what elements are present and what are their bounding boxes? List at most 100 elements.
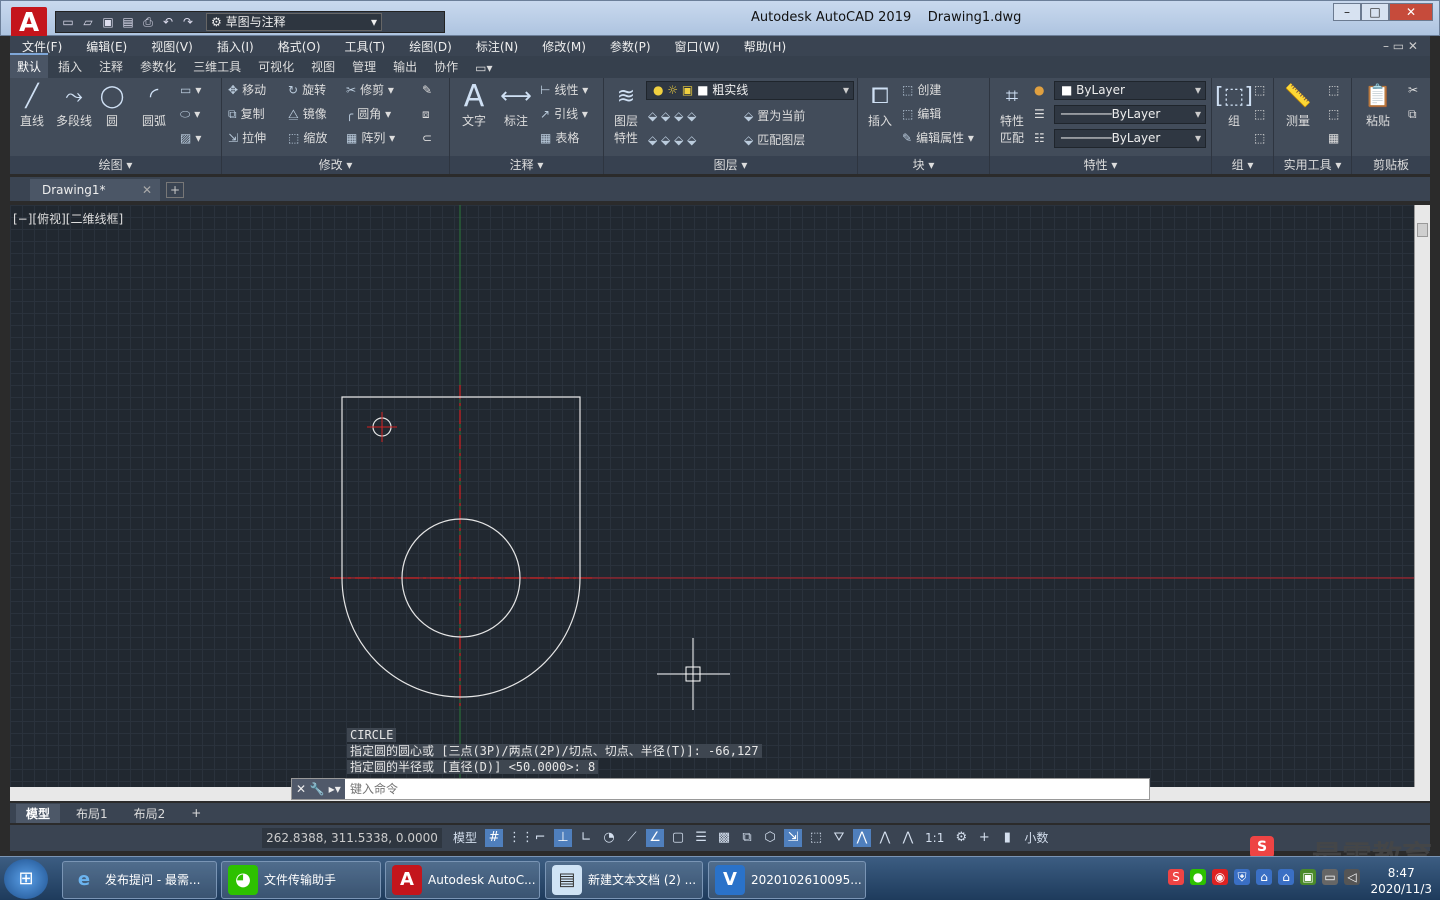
customize-wrench-icon[interactable]: 🔧 xyxy=(310,782,325,796)
close-button[interactable]: ✕ xyxy=(1389,3,1433,21)
taskbar-item-wechat[interactable]: ◕ 文件传输助手 xyxy=(221,861,381,899)
tab-collaborate[interactable]: 协作 xyxy=(427,55,465,78)
doc-window-controls[interactable]: – ▭ ✕ xyxy=(1383,39,1418,53)
linear-button[interactable]: ⊢ 线性 ▾ xyxy=(540,80,588,100)
bluetooth-tray-icon[interactable]: ⌂ xyxy=(1278,869,1294,885)
annotation-monitor-icon[interactable]: + xyxy=(975,829,993,847)
scale-button[interactable]: ⬚ 缩放 xyxy=(288,128,327,148)
menu-format[interactable]: 格式(O) xyxy=(278,38,321,55)
taskbar-item-notepad[interactable]: ▤ 新建文本文档 (2) ... xyxy=(545,861,703,899)
rotate-button[interactable]: ↻ 旋转 xyxy=(288,80,326,100)
units-value[interactable]: 小数 xyxy=(1021,829,1051,847)
new-tab-button[interactable]: + xyxy=(166,182,184,198)
maximize-button[interactable]: □ xyxy=(1361,3,1389,21)
taskbar-item-video[interactable]: V 2020102610095... xyxy=(708,861,866,899)
linetype-dropdown[interactable]: ───────ByLayer xyxy=(1054,105,1206,124)
auto-scale-icon[interactable]: ⋀ xyxy=(876,829,894,847)
selection-filter-icon[interactable]: ⬚ xyxy=(807,829,825,847)
measure-button[interactable]: 📏 测量 xyxy=(1278,82,1318,129)
array-button[interactable]: ▦ 阵列 ▾ xyxy=(346,128,395,148)
document-tab[interactable]: Drawing1* ✕ xyxy=(30,179,160,201)
annotation-scale-value[interactable]: 1:1 xyxy=(922,829,947,847)
tab-parametric[interactable]: 参数化 xyxy=(133,55,183,78)
transparency-icon[interactable]: ▩ xyxy=(715,829,733,847)
tab-layout2[interactable]: 布局2 xyxy=(124,804,176,823)
menu-help[interactable]: 帮助(H) xyxy=(744,38,786,55)
edit-attribute-button[interactable]: ✎ 编辑属性 ▾ xyxy=(902,128,974,148)
match-properties-button[interactable]: ⌗ 特性 匹配 xyxy=(992,82,1032,146)
menu-file[interactable]: 文件(F) xyxy=(22,38,62,55)
mirror-button[interactable]: ⧋ 镜像 xyxy=(288,104,327,124)
layer-tools-row-1[interactable]: ⬙ ⬙ ⬙ ⬙ xyxy=(648,106,696,126)
calculator-icon[interactable]: ▦ xyxy=(1328,128,1339,148)
isometric-icon[interactable]: ⟋ xyxy=(623,829,641,847)
tab-3d-tools[interactable]: 三维工具 xyxy=(186,55,248,78)
tab-default[interactable]: 默认 xyxy=(10,53,49,78)
workspace-gear-icon[interactable]: ⚙ xyxy=(952,829,970,847)
grid-icon[interactable]: # xyxy=(485,829,504,847)
taskbar-item-autocad[interactable]: A Autodesk AutoC... xyxy=(385,861,540,899)
ortho-icon[interactable]: ∟ xyxy=(577,829,595,847)
snap-icon[interactable]: ⋮⋮ xyxy=(508,829,534,847)
save-icon[interactable]: ▣ xyxy=(100,15,116,29)
layer-dropdown[interactable]: ● ☼ ▣ ■ 粗实线 xyxy=(646,81,854,100)
dynamic-ucs-icon[interactable]: ⇲ xyxy=(784,829,803,847)
drawing-canvas[interactable]: [−][俯视][二维线框] xyxy=(10,205,1414,787)
open-icon[interactable]: ▱ xyxy=(80,15,96,29)
print-icon[interactable]: ⎙ xyxy=(140,15,156,29)
security-tray-icon[interactable]: ⛨ xyxy=(1234,869,1250,885)
object-snap-tracking-icon[interactable]: ∠ xyxy=(646,829,665,847)
tab-annotate[interactable]: 注释 xyxy=(92,55,130,78)
insert-block-button[interactable]: ⧠ 插入 xyxy=(860,82,900,129)
annotation-scale-icon[interactable]: ⋀ xyxy=(899,829,917,847)
layer-properties-button[interactable]: ≋ 图层 特性 xyxy=(606,82,646,146)
volume-tray-icon[interactable]: ◁ xyxy=(1344,869,1360,885)
menu-dimension[interactable]: 标注(N) xyxy=(476,38,518,55)
menu-window[interactable]: 窗口(W) xyxy=(675,38,720,55)
menu-tools[interactable]: 工具(T) xyxy=(345,38,386,55)
close-tab-icon[interactable]: ✕ xyxy=(142,179,152,201)
tab-output[interactable]: 输出 xyxy=(386,55,424,78)
weibo-tray-icon[interactable]: ◉ xyxy=(1212,869,1228,885)
group-button[interactable]: [⬚] 组 xyxy=(1214,82,1254,129)
lineweight-dropdown[interactable]: ───────ByLayer xyxy=(1054,129,1206,148)
move-button[interactable]: ✥ 移动 xyxy=(228,80,266,100)
command-line-grip[interactable]: ✕ 🔧 ▸▾ xyxy=(292,779,345,799)
3d-osnap-icon[interactable]: ⬡ xyxy=(761,829,779,847)
properties-panel-title[interactable]: 特性 ▾ xyxy=(990,156,1211,174)
selection-cycling-icon[interactable]: ⧉ xyxy=(738,829,756,847)
sogou-tray-icon[interactable]: S xyxy=(1168,869,1184,885)
table-button[interactable]: ▦ 表格 xyxy=(540,128,579,148)
menu-view[interactable]: 视图(V) xyxy=(151,38,193,55)
explode-icon[interactable]: ⧈ xyxy=(422,104,430,124)
tab-view[interactable]: 视图 xyxy=(304,55,342,78)
hatch-button[interactable]: ▨ ▾ xyxy=(180,128,201,148)
dimension-button[interactable]: ⟷ 标注 xyxy=(496,82,536,129)
vertical-scroll-thumb[interactable] xyxy=(1417,223,1428,237)
circle-button[interactable]: ◯ 圆 xyxy=(92,82,132,129)
match-layer-button[interactable]: ⬙ 匹配图层 xyxy=(744,130,805,150)
redo-icon[interactable]: ↷ xyxy=(180,15,196,29)
copy-clip-icon[interactable]: ⧉ xyxy=(1408,104,1417,124)
object-snap-icon[interactable]: ▢ xyxy=(669,829,687,847)
polar-icon[interactable]: ◔ xyxy=(600,829,618,847)
group-select-icon[interactable]: ⬚ xyxy=(1254,128,1265,148)
add-layout-button[interactable]: + xyxy=(181,805,211,821)
polyline-button[interactable]: ⤳ 多段线 xyxy=(54,82,94,129)
wechat-tray-icon[interactable]: ● xyxy=(1190,869,1206,885)
leader-button[interactable]: ↗ 引线 ▾ xyxy=(540,104,588,124)
cut-icon[interactable]: ✂ xyxy=(1408,80,1418,100)
new-icon[interactable]: ▭ xyxy=(60,15,76,29)
annotation-panel-title[interactable]: 注释 ▾ xyxy=(450,156,603,174)
undo-icon[interactable]: ↶ xyxy=(160,15,176,29)
vertical-scrollbar[interactable] xyxy=(1414,205,1430,787)
command-input[interactable] xyxy=(350,780,1110,798)
groups-panel-title[interactable]: 组 ▾ xyxy=(1212,156,1273,174)
coordinates-readout[interactable]: 262.8388, 311.5338, 0.0000 xyxy=(262,828,442,848)
block-panel-title[interactable]: 块 ▾ xyxy=(858,156,989,174)
paste-button[interactable]: 📋 粘贴 xyxy=(1358,82,1398,129)
tab-insert[interactable]: 插入 xyxy=(51,55,89,78)
tab-manage[interactable]: 管理 xyxy=(345,55,383,78)
utilities-panel-title[interactable]: 实用工具 ▾ xyxy=(1274,156,1351,174)
clipboard-panel-title[interactable]: 剪贴板 xyxy=(1352,156,1430,174)
